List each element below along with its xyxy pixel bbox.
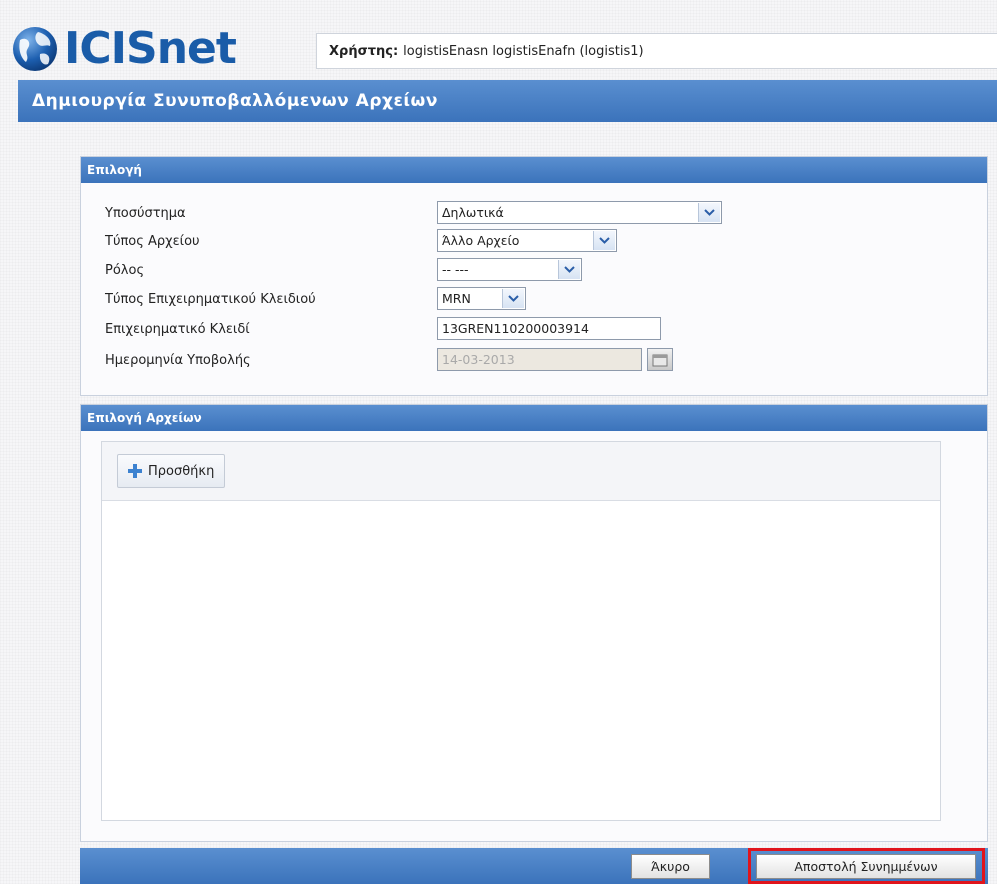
chevron-down-icon[interactable] [593, 231, 615, 250]
plus-icon [128, 464, 142, 478]
user-name: logistisEnasn logistisEnafn (logistis1) [403, 43, 644, 59]
file-type-label: Τύπος Αρχείου [105, 233, 200, 249]
role-select[interactable]: -- --- [437, 258, 582, 281]
file-type-select[interactable]: Άλλο Αρχείο [437, 229, 617, 252]
cancel-button[interactable]: Άκυρο [631, 854, 710, 879]
selection-panel-title: Επιλογή [87, 163, 142, 177]
file-type-value: Άλλο Αρχείο [442, 233, 520, 248]
files-panel-title: Επιλογή Αρχείων [87, 411, 202, 425]
form-row-submission-date: Ημερομηνία Υποβολής [105, 348, 435, 372]
business-key-label: Επιχειρηματικό Κλειδί [105, 321, 250, 337]
send-button-highlight [748, 848, 985, 884]
subsystem-label: Υποσύστημα [105, 205, 186, 221]
submission-date-value: 14-03-2013 [442, 352, 515, 367]
calendar-button[interactable] [647, 348, 673, 371]
add-file-button[interactable]: Προσθήκη [117, 454, 226, 488]
form-row-key-type: Τύπος Επιχειρηματικού Κλειδιού [105, 287, 435, 311]
chevron-down-icon[interactable] [698, 203, 720, 222]
selection-panel: Επιλογή Υποσύστημα Δηλωτικά Τύπος Αρχείο… [80, 156, 988, 396]
role-value: -- --- [442, 262, 469, 277]
logo-text: ICISnet [64, 23, 237, 74]
files-panel: Επιλογή Αρχείων Προσθήκη [80, 404, 988, 842]
app-logo: ICISnet [12, 23, 237, 74]
key-type-select[interactable]: MRN [437, 287, 526, 310]
submission-date-label: Ημερομηνία Υποβολής [105, 352, 251, 368]
page-title: Δημιουργία Συνυποβαλλόμενων Αρχείων [32, 91, 438, 111]
key-type-label: Τύπος Επιχειρηματικού Κλειδιού [105, 291, 316, 307]
user-bar: Χρήστης: logistisEnasn logistisEnafn (lo… [316, 33, 997, 69]
submission-date-input: 14-03-2013 [437, 348, 642, 371]
cancel-button-label: Άκυρο [651, 859, 690, 874]
file-list: Προσθήκη [101, 441, 941, 821]
user-label: Χρήστης: [329, 43, 399, 59]
selection-panel-header: Επιλογή [81, 157, 987, 183]
calendar-icon [652, 354, 668, 366]
chevron-down-icon[interactable] [502, 289, 524, 308]
form-row-subsystem: Υποσύστημα [105, 201, 435, 225]
globe-icon [13, 27, 57, 71]
form-row-file-type: Τύπος Αρχείου [105, 229, 435, 253]
add-file-label: Προσθήκη [148, 463, 215, 479]
subsystem-select[interactable]: Δηλωτικά [437, 201, 722, 224]
form-row-business-key: Επιχειρηματικό Κλειδί [105, 317, 435, 341]
subsystem-value: Δηλωτικά [442, 205, 504, 220]
form-row-role: Ρόλος [105, 258, 435, 282]
page-title-bar: Δημιουργία Συνυποβαλλόμενων Αρχείων [18, 80, 997, 122]
chevron-down-icon[interactable] [558, 260, 580, 279]
business-key-value: 13GREN110200003914 [442, 321, 589, 336]
role-label: Ρόλος [105, 262, 145, 278]
files-panel-header: Επιλογή Αρχείων [81, 405, 987, 431]
key-type-value: MRN [442, 291, 471, 306]
file-list-toolbar: Προσθήκη [102, 442, 940, 501]
business-key-input[interactable]: 13GREN110200003914 [437, 317, 661, 340]
